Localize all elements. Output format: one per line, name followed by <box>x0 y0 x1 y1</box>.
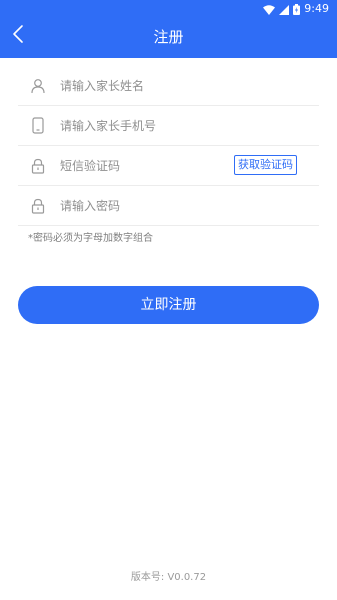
battery-icon <box>293 0 301 19</box>
register-form: 获取验证码 <box>18 66 319 226</box>
lock-icon <box>28 156 48 176</box>
lock-icon <box>28 196 48 216</box>
register-button[interactable]: 立即注册 <box>18 286 319 324</box>
version-label: 版本号: V0.0.72 <box>130 572 207 583</box>
password-row <box>18 186 319 226</box>
sms-code-input[interactable] <box>60 158 210 173</box>
page-title: 注册 <box>153 28 184 46</box>
sms-code-row: 获取验证码 <box>18 146 319 186</box>
status-bar: 9:49 <box>0 0 337 18</box>
title-bar: 注册 <box>0 18 337 58</box>
parent-name-row <box>18 66 319 106</box>
password-hint: *密码必须为字母加数字组合 <box>28 233 153 244</box>
status-icons: 9:49 <box>263 2 329 16</box>
get-code-button[interactable]: 获取验证码 <box>234 155 297 175</box>
password-input[interactable] <box>60 198 210 213</box>
user-icon <box>28 76 48 96</box>
parent-name-input[interactable] <box>60 78 210 93</box>
status-time: 9:49 <box>304 2 329 15</box>
parent-phone-input[interactable] <box>60 118 210 133</box>
signal-icon <box>279 0 290 19</box>
wifi-icon <box>263 0 276 19</box>
app-header: 9:49 注册 <box>0 0 337 58</box>
phone-icon <box>28 116 48 136</box>
parent-phone-row <box>18 106 319 146</box>
